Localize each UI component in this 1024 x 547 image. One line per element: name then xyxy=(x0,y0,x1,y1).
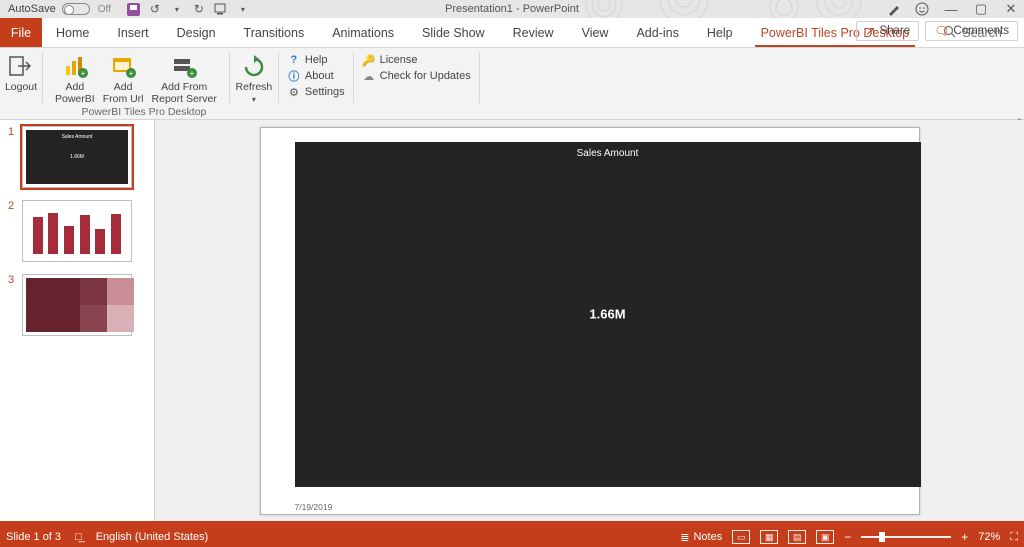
tab-view[interactable]: View xyxy=(568,18,623,47)
tab-animations[interactable]: Animations xyxy=(318,18,408,47)
add-from-rs-label: Add From Report Server xyxy=(152,81,217,105)
tab-insert[interactable]: Insert xyxy=(103,18,162,47)
ink-icon[interactable] xyxy=(886,1,902,17)
slide-canvas: ˆ Sales Amount 1.66M 7/19/2019 xyxy=(155,120,1024,521)
slide-thumbnail-2[interactable] xyxy=(22,200,132,262)
help-label: Help xyxy=(305,54,328,66)
undo-dropdown-icon[interactable]: ▾ xyxy=(170,2,184,16)
logout-button[interactable]: Logout xyxy=(1,51,41,95)
license-label: License xyxy=(380,54,418,66)
thumb-number: 3 xyxy=(8,274,16,286)
autosave-toggle[interactable] xyxy=(62,3,90,15)
check-updates-label: Check for Updates xyxy=(380,70,471,82)
comment-icon: 🗨 xyxy=(934,24,949,38)
license-button[interactable]: 🔑 License xyxy=(362,53,471,67)
notes-button[interactable]: ≣ Notes xyxy=(680,531,722,544)
refresh-dropdown-icon: ▾ xyxy=(252,95,256,104)
qat-dropdown-icon[interactable]: ▾ xyxy=(236,2,250,16)
tab-transitions[interactable]: Transitions xyxy=(230,18,319,47)
settings-label: Settings xyxy=(305,86,345,98)
account-icon[interactable] xyxy=(914,1,930,17)
reading-view-icon[interactable]: ▤ xyxy=(788,530,806,544)
undo-icon[interactable]: ↺ xyxy=(148,2,162,16)
autosave-state: Off xyxy=(98,4,111,15)
tab-home[interactable]: Home xyxy=(42,18,103,47)
tile-datestamp: 7/19/2019 xyxy=(295,502,333,512)
share-button[interactable]: ↗ Share xyxy=(856,21,919,41)
slide-thumbnail-3[interactable] xyxy=(22,274,132,336)
report-server-icon: + xyxy=(170,53,198,79)
slide-thumbnail-1[interactable]: Sales Amount 1.66M xyxy=(22,126,132,188)
svg-text:+: + xyxy=(190,69,195,78)
sorter-view-icon[interactable]: ▦ xyxy=(760,530,778,544)
settings-button[interactable]: ⚙ Settings xyxy=(287,85,345,99)
slide[interactable]: Sales Amount 1.66M 7/19/2019 xyxy=(260,127,920,515)
cloud-icon: ☁ xyxy=(362,69,376,83)
logout-label: Logout xyxy=(5,81,37,93)
notes-label: Notes xyxy=(693,531,722,543)
add-from-url-button[interactable]: + Add From Url xyxy=(99,51,148,107)
zoom-in-button[interactable]: + xyxy=(961,530,968,544)
collapse-ribbon-icon[interactable]: ˆ xyxy=(1018,118,1021,129)
refresh-icon xyxy=(240,53,268,79)
slideshow-view-icon[interactable]: ▣ xyxy=(816,530,834,544)
minimize-button[interactable]: — xyxy=(942,2,960,17)
help-icon: ? xyxy=(287,53,301,67)
share-icon: ↗ xyxy=(865,24,875,38)
zoom-percent[interactable]: 72% xyxy=(978,531,1000,543)
window-title: Presentation1 - PowerPoint xyxy=(445,3,579,15)
tab-slideshow[interactable]: Slide Show xyxy=(408,18,499,47)
redo-icon[interactable]: ↻ xyxy=(192,2,206,16)
normal-view-icon[interactable]: ▭ xyxy=(732,530,750,544)
url-icon: + xyxy=(109,53,137,79)
key-icon: 🔑 xyxy=(362,53,376,67)
add-powerbi-label: Add PowerBI xyxy=(55,81,95,105)
powerbi-icon: + xyxy=(61,53,89,79)
about-button[interactable]: ⓘ About xyxy=(287,69,345,83)
comments-button[interactable]: 🗨 Comments xyxy=(925,21,1018,41)
slide-panel: 1 Sales Amount 1.66M 2 3 xyxy=(0,120,155,521)
share-label: Share xyxy=(879,25,910,37)
slide-counter: Slide 1 of 3 xyxy=(6,531,61,543)
thumb1-title: Sales Amount xyxy=(26,134,128,140)
spellcheck-icon[interactable]: □̲ xyxy=(75,531,82,543)
autosave-label: AutoSave xyxy=(8,3,56,15)
add-from-url-label: Add From Url xyxy=(103,81,144,105)
tab-help[interactable]: Help xyxy=(693,18,747,47)
tab-addins[interactable]: Add-ins xyxy=(622,18,692,47)
close-button[interactable]: ✕ xyxy=(1002,1,1020,17)
thumb1-value: 1.66M xyxy=(70,154,84,160)
logout-icon xyxy=(7,53,35,79)
add-from-report-server-button[interactable]: + Add From Report Server xyxy=(148,51,221,107)
help-button[interactable]: ? Help xyxy=(287,53,345,67)
maximize-button[interactable]: ▢ xyxy=(972,1,990,17)
gear-icon: ⚙ xyxy=(287,85,301,99)
thumb-number: 2 xyxy=(8,200,16,212)
svg-text:+: + xyxy=(81,69,86,78)
svg-text:+: + xyxy=(129,69,134,78)
file-tab[interactable]: File xyxy=(0,18,42,47)
zoom-slider[interactable] xyxy=(861,536,951,538)
notes-icon: ≣ xyxy=(680,531,689,544)
language-status[interactable]: English (United States) xyxy=(96,531,209,543)
refresh-button[interactable]: Refresh ▾ xyxy=(232,51,277,106)
about-label: About xyxy=(305,70,334,82)
fit-to-window-icon[interactable]: ⛶ xyxy=(1010,531,1018,544)
powerbi-tile[interactable]: Sales Amount 1.66M xyxy=(295,142,921,487)
check-updates-button[interactable]: ☁ Check for Updates xyxy=(362,69,471,83)
start-from-beginning-icon[interactable] xyxy=(214,2,228,16)
save-icon[interactable] xyxy=(127,3,140,16)
comments-label: Comments xyxy=(953,25,1009,37)
ribbon-group-label: PowerBI Tiles Pro Desktop xyxy=(51,106,237,118)
tile-title: Sales Amount xyxy=(295,142,921,159)
thumb-number: 1 xyxy=(8,126,16,138)
add-powerbi-button[interactable]: + Add PowerBI xyxy=(51,51,99,107)
tab-review[interactable]: Review xyxy=(499,18,568,47)
tile-value: 1.66M xyxy=(589,307,625,322)
info-icon: ⓘ xyxy=(287,69,301,83)
refresh-label: Refresh xyxy=(236,81,273,93)
zoom-out-button[interactable]: − xyxy=(844,530,851,544)
tab-design[interactable]: Design xyxy=(163,18,230,47)
